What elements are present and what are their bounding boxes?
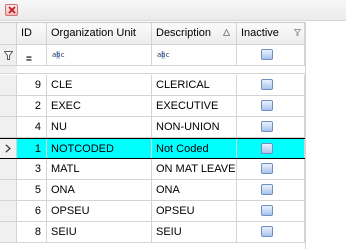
cell-description[interactable]: NON-UNION — [152, 117, 237, 137]
cell-description[interactable]: ONA — [152, 180, 237, 200]
cell-inactive[interactable] — [237, 159, 305, 179]
table-row[interactable]: 6 OPSEU OPSEU — [0, 201, 305, 222]
row-selector[interactable] — [0, 159, 17, 179]
row-selector[interactable] — [0, 75, 17, 95]
cell-id[interactable]: 4 — [17, 117, 47, 137]
cell-description[interactable]: EXECUTIVE — [152, 96, 237, 116]
table-row[interactable]: 2 EXEC EXECUTIVE — [0, 96, 305, 117]
current-row-indicator-icon — [5, 144, 11, 153]
cell-inactive[interactable] — [237, 201, 305, 221]
cell-id[interactable]: 9 — [17, 75, 47, 95]
filter-operator-equals[interactable]: = — [26, 50, 32, 65]
toolbar — [0, 0, 346, 21]
grid-header: ID Organization Unit Description Inactiv… — [0, 23, 305, 45]
cell-inactive[interactable] — [237, 139, 305, 158]
filter-icon — [4, 51, 13, 60]
column-header-id-label: ID — [21, 27, 32, 39]
inactive-checkbox[interactable] — [261, 100, 273, 111]
text-filter-icon-c: c — [165, 51, 170, 59]
inactive-checkbox[interactable] — [261, 79, 273, 90]
inactive-checkbox[interactable] — [261, 143, 273, 154]
cell-description[interactable]: Not Coded — [152, 139, 237, 158]
row-selector[interactable] — [0, 201, 17, 221]
column-header-description-label: Description — [156, 27, 212, 39]
column-header-description[interactable]: Description — [152, 23, 237, 44]
cell-inactive[interactable] — [237, 75, 305, 95]
table-row[interactable]: 9 CLE CLERICAL — [0, 75, 305, 96]
cell-org-unit[interactable]: MATL — [47, 159, 152, 179]
column-filter-icon[interactable] — [294, 29, 301, 36]
filter-cell-inactive[interactable] — [237, 45, 305, 65]
cell-inactive[interactable] — [237, 117, 305, 137]
cell-org-unit[interactable]: NU — [47, 117, 152, 137]
filter-row: = abc abc — [0, 45, 305, 66]
cell-inactive[interactable] — [237, 222, 305, 242]
inactive-checkbox[interactable] — [261, 184, 273, 195]
text-filter-icon-c: c — [60, 51, 65, 59]
cell-id[interactable]: 8 — [17, 222, 47, 242]
cell-id[interactable]: 6 — [17, 201, 47, 221]
separator-selector — [0, 66, 17, 73]
filter-cell-org-unit[interactable]: abc — [47, 45, 152, 65]
filter-cell-description[interactable]: abc — [152, 45, 237, 65]
table-row[interactable]: 4 NU NON-UNION — [0, 117, 305, 138]
column-header-id[interactable]: ID — [17, 23, 47, 44]
close-button[interactable] — [5, 4, 18, 16]
inactive-checkbox[interactable] — [261, 205, 273, 216]
row-selector[interactable] — [0, 96, 17, 116]
grid-empty-area — [305, 22, 346, 249]
cell-org-unit[interactable]: CLE — [47, 75, 152, 95]
cell-org-unit[interactable]: SEIU — [47, 222, 152, 242]
filter-inactive-checkbox[interactable] — [261, 49, 273, 60]
cell-id[interactable]: 2 — [17, 96, 47, 116]
column-header-org-unit[interactable]: Organization Unit — [47, 23, 152, 44]
filter-cell-id[interactable]: = — [17, 45, 47, 65]
sort-ascending-icon[interactable] — [223, 29, 230, 36]
text-filter-icon[interactable]: abc — [157, 51, 170, 59]
column-header-org-unit-label: Organization Unit — [51, 27, 136, 39]
inactive-checkbox[interactable] — [261, 163, 273, 174]
table-row[interactable]: 5 ONA ONA — [0, 180, 305, 201]
data-grid: ID Organization Unit Description Inactiv… — [0, 22, 346, 250]
cell-org-unit[interactable]: ONA — [47, 180, 152, 200]
row-selector[interactable] — [0, 117, 17, 137]
cell-id[interactable]: 3 — [17, 159, 47, 179]
cell-inactive[interactable] — [237, 180, 305, 200]
cell-org-unit[interactable]: NOTCODED — [47, 139, 152, 158]
cell-inactive[interactable] — [237, 96, 305, 116]
row-selector[interactable] — [0, 222, 17, 242]
close-icon — [8, 6, 16, 14]
column-header-inactive-label: Inactive — [241, 27, 279, 39]
cell-org-unit[interactable]: EXEC — [47, 96, 152, 116]
cell-description[interactable]: OPSEU — [152, 201, 237, 221]
row-selector-header — [0, 23, 17, 44]
filter-row-selector — [0, 45, 17, 65]
row-selector[interactable] — [0, 139, 17, 158]
cell-id[interactable]: 5 — [17, 180, 47, 200]
text-filter-icon[interactable]: abc — [52, 51, 65, 59]
cell-org-unit[interactable]: OPSEU — [47, 201, 152, 221]
cell-id[interactable]: 1 — [17, 139, 47, 158]
cell-description[interactable]: SEIU — [152, 222, 237, 242]
table-row[interactable]: 3 MATL ON MAT LEAVE — [0, 159, 305, 180]
filter-separator — [0, 66, 305, 74]
table-row[interactable]: 8 SEIU SEIU — [0, 222, 305, 243]
inactive-checkbox[interactable] — [261, 226, 273, 237]
cell-description[interactable]: CLERICAL — [152, 75, 237, 95]
column-header-inactive[interactable]: Inactive — [237, 23, 305, 44]
cell-description[interactable]: ON MAT LEAVE — [152, 159, 237, 179]
row-selector[interactable] — [0, 180, 17, 200]
table-row[interactable]: 1 NOTCODED Not Coded — [0, 138, 305, 159]
inactive-checkbox[interactable] — [261, 121, 273, 132]
